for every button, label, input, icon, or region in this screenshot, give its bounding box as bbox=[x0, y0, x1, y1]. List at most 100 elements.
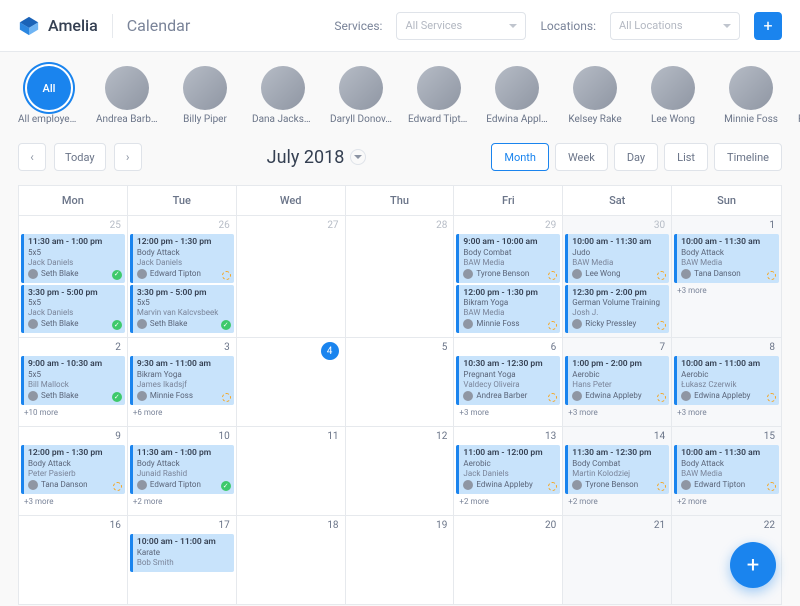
event-assignee: Edwina Appleby bbox=[572, 391, 665, 401]
event-customer: Josh J. bbox=[572, 308, 665, 318]
event-title: 5x5 bbox=[28, 370, 121, 380]
calendar-cell[interactable]: 1411:30 am - 12:30 pmBody CombatMartin K… bbox=[563, 427, 672, 515]
add-button[interactable]: + bbox=[754, 12, 782, 40]
calendar-event[interactable]: 9:00 am - 10:30 am5x5Bill MallockSeth Bl… bbox=[21, 356, 125, 405]
more-events-link[interactable]: +2 more bbox=[130, 496, 234, 507]
calendar-cell[interactable]: 39:30 am - 11:00 amBikram YogaJames Ikad… bbox=[128, 338, 237, 426]
calendar-event[interactable]: 9:30 am - 11:00 amBikram YogaJames Ikads… bbox=[130, 356, 234, 405]
calendar-event[interactable]: 10:00 am - 11:30 amJudoBAW MediaLee Wong bbox=[565, 234, 669, 283]
view-week[interactable]: Week bbox=[555, 143, 608, 171]
calendar-cell[interactable]: 2511:30 am - 1:00 pm5x5Jack DanielsSeth … bbox=[19, 216, 128, 337]
calendar-event[interactable]: 12:00 pm - 1:30 pmBikram YogaBAW MediaMi… bbox=[456, 285, 560, 334]
more-events-link[interactable]: +2 more bbox=[456, 496, 560, 507]
more-events-link[interactable]: +2 more bbox=[565, 496, 669, 507]
event-customer: Jack Daniels bbox=[28, 308, 121, 318]
view-day[interactable]: Day bbox=[614, 143, 658, 171]
title-dropdown[interactable] bbox=[350, 149, 366, 165]
calendar-cell[interactable]: 29:00 am - 10:30 am5x5Bill MallockSeth B… bbox=[19, 338, 128, 426]
view-month[interactable]: Month bbox=[491, 143, 549, 171]
calendar-event[interactable]: 11:30 am - 12:30 pmBody CombatMartin Kol… bbox=[565, 445, 669, 494]
employee-filter[interactable]: Dana Jackson bbox=[252, 66, 314, 125]
calendar-cell[interactable]: 19 bbox=[346, 516, 455, 604]
calendar-event[interactable]: 9:00 am - 10:00 amBody CombatBAW MediaTy… bbox=[456, 234, 560, 283]
event-time: 12:30 pm - 2:00 pm bbox=[572, 288, 665, 299]
chevron-down-icon bbox=[354, 155, 362, 159]
fab-add-button[interactable]: + bbox=[730, 542, 776, 588]
more-events-link[interactable]: +2 more bbox=[674, 496, 779, 507]
assignee-name: Edwina Appleby bbox=[476, 480, 532, 490]
calendar-event[interactable]: 11:30 am - 1:00 pm5x5Jack DanielsSeth Bl… bbox=[21, 234, 125, 283]
calendar-cell[interactable]: 21 bbox=[563, 516, 672, 604]
calendar-cell[interactable]: 5 bbox=[346, 338, 455, 426]
calendar-cell[interactable]: 1011:30 am - 1:00 pmBody AttackJunaid Ra… bbox=[128, 427, 237, 515]
more-events-link[interactable]: +3 more bbox=[674, 285, 779, 296]
calendar-cell[interactable]: 3010:00 am - 11:30 amJudoBAW MediaLee Wo… bbox=[563, 216, 672, 337]
day-number: 21 bbox=[565, 518, 669, 534]
weekday-header: Thu bbox=[346, 186, 455, 215]
calendar-event[interactable]: 10:00 am - 11:30 amBody AttackBAW MediaT… bbox=[674, 234, 779, 283]
calendar-cell[interactable]: 28 bbox=[346, 216, 455, 337]
calendar-event[interactable]: 10:00 am - 11:30 amBody AttackBAW MediaE… bbox=[674, 445, 779, 494]
calendar-cell[interactable]: 810:00 am - 11:00 amAerobicŁukasz Czerwi… bbox=[672, 338, 781, 426]
more-events-link[interactable]: +3 more bbox=[565, 407, 669, 418]
calendar-event[interactable]: 10:00 am - 11:00 amAerobicŁukasz Czerwik… bbox=[674, 356, 779, 405]
more-events-link[interactable]: +3 more bbox=[674, 407, 779, 418]
today-button[interactable]: Today bbox=[54, 143, 106, 171]
calendar-event[interactable]: 10:00 am - 11:00 amKarateBob Smith bbox=[130, 534, 234, 572]
event-assignee: Edward Tipton bbox=[681, 480, 775, 490]
calendar-cell[interactable]: 1510:00 am - 11:30 amBody AttackBAW Medi… bbox=[672, 427, 781, 515]
employee-filter[interactable]: Daryll Donov… bbox=[330, 66, 392, 125]
calendar-cell[interactable]: 912:00 pm - 1:30 pmBody AttackPeter Pasi… bbox=[19, 427, 128, 515]
view-list[interactable]: List bbox=[664, 143, 708, 171]
employee-filter[interactable]: Billy Piper bbox=[174, 66, 236, 125]
calendar-cell[interactable]: 610:30 am - 12:30 pmPregnant YogaValdecy… bbox=[454, 338, 563, 426]
more-events-link[interactable]: +3 more bbox=[456, 407, 560, 418]
employee-filter[interactable]: AllAll employees bbox=[18, 66, 80, 125]
employee-filter[interactable]: Edward Tipton bbox=[408, 66, 470, 125]
calendar-cell[interactable]: 110:00 am - 11:30 amBody AttackBAW Media… bbox=[672, 216, 781, 337]
calendar-cell[interactable]: 299:00 am - 10:00 amBody CombatBAW Media… bbox=[454, 216, 563, 337]
calendar-cell[interactable]: 4 bbox=[237, 338, 346, 426]
calendar-event[interactable]: 11:00 am - 12:00 pmAerobicJack DanielsEd… bbox=[456, 445, 560, 494]
assignee-name: Seth Blake bbox=[41, 269, 79, 279]
employee-filter[interactable]: Kelsey Rake bbox=[564, 66, 626, 125]
prev-button[interactable]: ‹ bbox=[18, 143, 46, 171]
more-events-link[interactable]: +6 more bbox=[130, 407, 234, 418]
calendar-cell[interactable]: 16 bbox=[19, 516, 128, 604]
weekday-header: Sat bbox=[563, 186, 672, 215]
calendar-event[interactable]: 10:30 am - 12:30 pmPregnant YogaValdecy … bbox=[456, 356, 560, 405]
calendar-event[interactable]: 12:00 pm - 1:30 pmBody AttackJack Daniel… bbox=[130, 234, 234, 283]
calendar-event[interactable]: 12:30 pm - 2:00 pmGerman Volume Training… bbox=[565, 285, 669, 334]
assignee-name: Andrea Barber bbox=[476, 391, 527, 401]
calendar-event[interactable]: 12:00 pm - 1:30 pmBody AttackPeter Pasie… bbox=[21, 445, 125, 494]
locations-select[interactable]: All Locations bbox=[610, 12, 740, 40]
event-assignee: Andrea Barber bbox=[463, 391, 556, 401]
calendar-cell[interactable]: 1710:00 am - 11:00 amKarateBob Smith bbox=[128, 516, 237, 604]
event-customer: Hans Peter bbox=[572, 380, 665, 390]
more-events-link[interactable]: +10 more bbox=[21, 407, 125, 418]
calendar-cell[interactable]: 1311:00 am - 12:00 pmAerobicJack Daniels… bbox=[454, 427, 563, 515]
services-select[interactable]: All Services bbox=[396, 12, 526, 40]
employee-filter[interactable]: Edwina Appl… bbox=[486, 66, 548, 125]
assignee-avatar bbox=[572, 319, 582, 329]
calendar-cell[interactable]: 2612:00 pm - 1:30 pmBody AttackJack Dani… bbox=[128, 216, 237, 337]
assignee-avatar bbox=[137, 480, 147, 490]
employee-filter[interactable]: Lee Wong bbox=[642, 66, 704, 125]
calendar-event[interactable]: 11:30 am - 1:00 pmBody AttackJunaid Rash… bbox=[130, 445, 234, 494]
calendar-cell[interactable]: 27 bbox=[237, 216, 346, 337]
employee-filter[interactable]: Minnie Foss bbox=[720, 66, 782, 125]
calendar-event[interactable]: 3:30 pm - 5:00 pm5x5Jack DanielsSeth Bla… bbox=[21, 285, 125, 334]
calendar-event[interactable]: 1:00 pm - 2:00 pmAerobicHans PeterEdwina… bbox=[565, 356, 669, 405]
calendar-cell[interactable]: 11 bbox=[237, 427, 346, 515]
next-button[interactable]: › bbox=[114, 143, 142, 171]
calendar-cell[interactable]: 71:00 pm - 2:00 pmAerobicHans PeterEdwin… bbox=[563, 338, 672, 426]
calendar-cell[interactable]: 20 bbox=[454, 516, 563, 604]
event-assignee: Edward Tipton bbox=[137, 480, 230, 490]
view-timeline[interactable]: Timeline bbox=[714, 143, 782, 171]
more-events-link[interactable]: +3 more bbox=[21, 496, 125, 507]
calendar-cell[interactable]: 12 bbox=[346, 427, 455, 515]
calendar-cell[interactable]: 18 bbox=[237, 516, 346, 604]
event-customer: BAW Media bbox=[463, 308, 556, 318]
calendar-event[interactable]: 3:30 pm - 5:00 pm5x5Marvin van Kalcvsbee… bbox=[130, 285, 234, 334]
employee-filter[interactable]: Andrea Barber bbox=[96, 66, 158, 125]
